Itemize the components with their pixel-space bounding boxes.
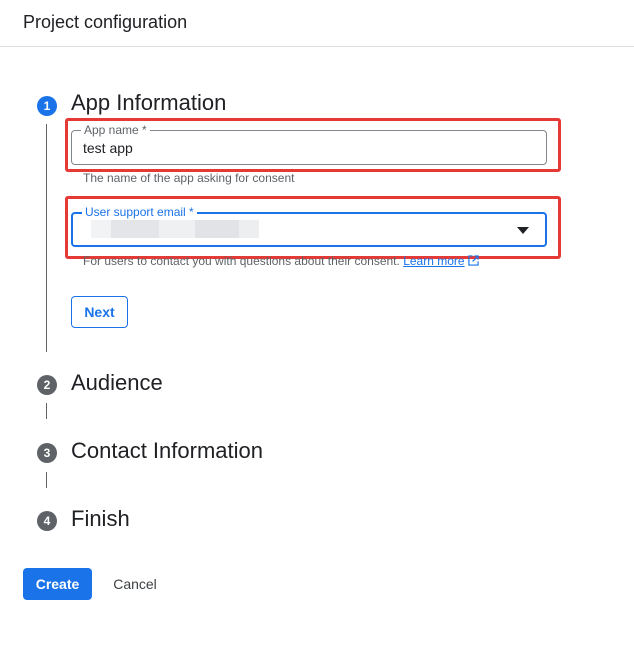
cancel-button[interactable]: Cancel — [104, 568, 166, 600]
step-2-number: 2 — [37, 375, 57, 395]
support-email-hint-text: For users to contact you with questions … — [83, 254, 400, 268]
page-title: Project configuration — [23, 12, 188, 32]
open-in-new-icon — [468, 255, 479, 266]
highlight-app-name — [65, 118, 561, 172]
support-email-hint: For users to contact you with questions … — [83, 254, 479, 268]
app-name-hint: The name of the app asking for consent — [83, 171, 295, 185]
highlight-support-email — [65, 196, 561, 259]
learn-more-link[interactable]: Learn more — [403, 254, 464, 268]
step-3-title[interactable]: Contact Information — [71, 438, 263, 464]
step-1-connector — [46, 124, 47, 352]
next-button[interactable]: Next — [71, 296, 128, 328]
create-button[interactable]: Create — [23, 568, 92, 600]
step-2-connector — [46, 403, 47, 419]
step-4-title[interactable]: Finish — [71, 506, 130, 532]
step-3-number: 3 — [37, 443, 57, 463]
step-1-number: 1 — [37, 96, 57, 116]
step-2-title[interactable]: Audience — [71, 370, 163, 396]
step-3-connector — [46, 472, 47, 488]
page-header: Project configuration — [0, 0, 634, 47]
step-4-number: 4 — [37, 511, 57, 531]
step-1-title[interactable]: App Information — [71, 90, 226, 116]
